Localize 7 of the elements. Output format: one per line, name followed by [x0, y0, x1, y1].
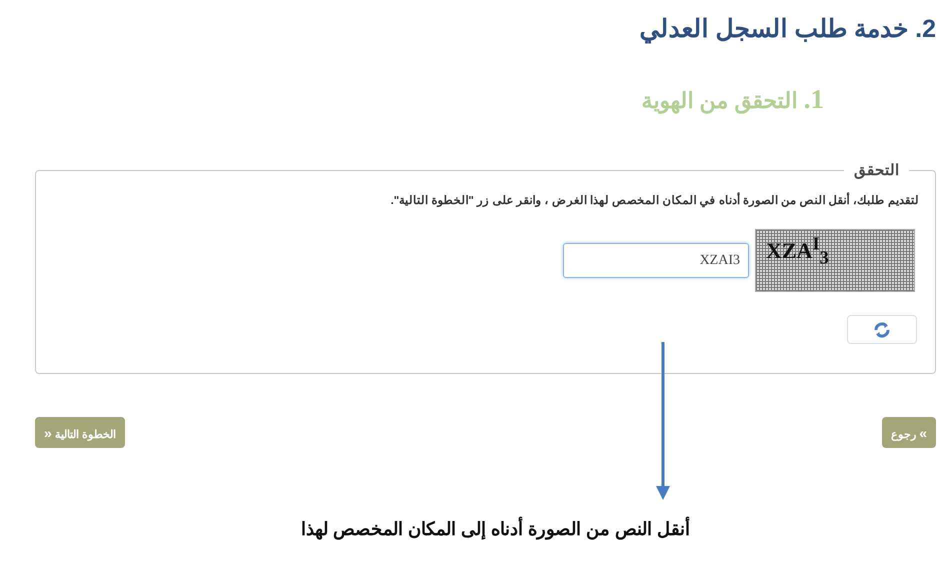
annotation-text: أنقل النص من الصورة أدناه إلى المكان المخصص لهذا [15, 518, 936, 540]
back-button[interactable]: « رجوع [882, 417, 936, 448]
panel-legend: التحقق [844, 161, 909, 179]
page-title: 2. خدمة طلب السجل العدلي [638, 14, 936, 44]
instruction-text: لتقديم طلبك، أنقل النص من الصورة أدناه في المكان المخصص لهذا الغرض ، وانقر على زر "الخطوة التالية". [52, 193, 919, 207]
captcha-input[interactable]: XZAI3 [563, 243, 749, 278]
next-step-button[interactable]: الخطوة التالية » [35, 417, 125, 448]
